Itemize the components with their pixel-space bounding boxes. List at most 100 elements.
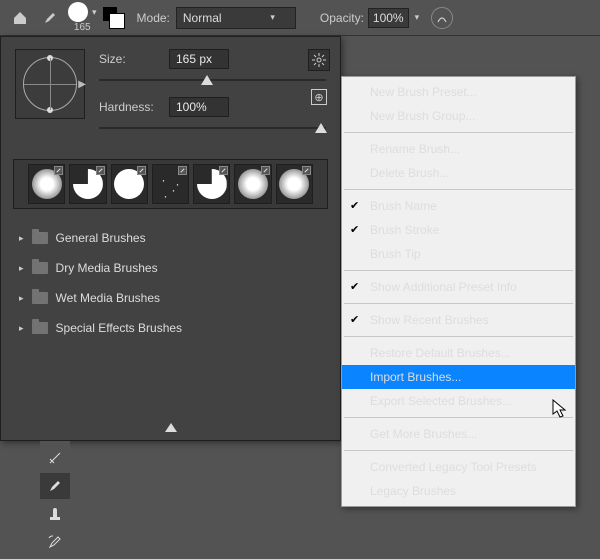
menu-item-label: Brush Stroke	[370, 223, 439, 237]
menu-item[interactable]: Restore Default Brushes...	[342, 341, 575, 365]
folder-label: Wet Media Brushes	[56, 291, 161, 305]
brush-tool-icon[interactable]	[40, 473, 70, 499]
chevron-right-icon: ▸	[19, 233, 24, 244]
brush-thumb[interactable]	[28, 164, 65, 204]
menu-item-label: New Brush Preset...	[370, 85, 477, 99]
menu-item-label: Show Additional Preset Info	[370, 280, 517, 294]
folder-label: General Brushes	[56, 231, 146, 245]
menu-item: Rename Brush...	[342, 137, 575, 161]
menu-item[interactable]: Converted Legacy Tool Presets	[342, 455, 575, 479]
menu-item[interactable]: New Brush Group...	[342, 104, 575, 128]
size-label: Size:	[99, 52, 159, 66]
check-icon: ✔	[350, 223, 359, 236]
menu-item[interactable]: ✔ Show Recent Brushes	[342, 308, 575, 332]
size-input[interactable]: 165 px	[169, 49, 229, 69]
chevron-right-icon: ▸	[19, 263, 24, 274]
size-slider[interactable]	[99, 73, 326, 87]
check-icon: ✔	[350, 280, 359, 293]
brush-preview-dropdown[interactable]: ▾ 165	[68, 2, 97, 33]
brush-tool-icon[interactable]	[38, 6, 62, 30]
brush-folders: ▸ General Brushes ▸ Dry Media Brushes ▸ Wet M…	[1, 215, 340, 351]
menu-separator	[344, 270, 573, 271]
brush-thumb[interactable]	[69, 164, 106, 204]
menu-item: Export Selected Brushes...	[342, 389, 575, 413]
panel-menu-button[interactable]	[308, 49, 330, 71]
chevron-right-icon: ▸	[19, 293, 24, 304]
menu-item-label: Show Recent Brushes	[370, 313, 489, 327]
new-preset-button[interactable]: ⊕	[311, 89, 327, 105]
chevron-down-icon: ▾	[92, 7, 97, 18]
menu-item[interactable]: Import Brushes...	[342, 365, 575, 389]
menu-item-label: Converted Legacy Tool Presets	[370, 460, 537, 474]
tools-strip	[40, 441, 70, 559]
menu-item-label: Import Brushes...	[370, 370, 461, 384]
hardness-label: Hardness:	[99, 100, 159, 114]
brush-thumb[interactable]: ····	[152, 164, 189, 204]
menu-item-label: Export Selected Brushes...	[370, 394, 512, 408]
menu-separator	[344, 303, 573, 304]
menu-item: Delete Brush...	[342, 161, 575, 185]
blend-mode-select[interactable]: Normal ▾	[176, 7, 296, 29]
check-icon: ✔	[350, 313, 359, 326]
menu-item[interactable]: Get More Brushes...	[342, 422, 575, 446]
opacity-input[interactable]: 100%	[368, 8, 409, 28]
folder-label: Dry Media Brushes	[56, 261, 158, 275]
hardness-slider[interactable]	[99, 121, 326, 135]
recent-brushes-strip: ····	[13, 159, 328, 209]
opacity-value: 100%	[373, 11, 404, 25]
menu-item[interactable]: ✔ Brush Stroke	[342, 218, 575, 242]
chevron-down-icon[interactable]: ▾	[415, 12, 420, 23]
brush-folder[interactable]: ▸ General Brushes	[15, 223, 326, 253]
scroll-indicator[interactable]	[165, 423, 177, 432]
brush-panel-toggle-icon[interactable]	[103, 7, 125, 29]
brush-preset-panel: ▶ Size: 165 px Hardness: 100%	[0, 36, 341, 441]
options-toolbar: ▾ 165 Mode: Normal ▾ Opacity: 100% ▾	[0, 0, 600, 36]
brush-thumb[interactable]	[111, 164, 148, 204]
menu-item[interactable]: ✔ Show Additional Preset Info	[342, 275, 575, 299]
check-icon: ✔	[350, 199, 359, 212]
brush-angle-preview[interactable]: ▶	[15, 49, 85, 119]
folder-icon	[32, 232, 48, 244]
folder-icon	[32, 322, 48, 334]
menu-separator	[344, 336, 573, 337]
menu-item-label: New Brush Group...	[370, 109, 475, 123]
menu-separator	[344, 189, 573, 190]
folder-icon	[32, 262, 48, 274]
menu-separator	[344, 417, 573, 418]
brush-thumb[interactable]	[193, 164, 230, 204]
menu-item-label: Delete Brush...	[370, 166, 449, 180]
pressure-opacity-icon[interactable]	[431, 7, 453, 29]
healing-brush-tool-icon[interactable]	[40, 445, 70, 471]
brush-thumb[interactable]	[276, 164, 313, 204]
opacity-label: Opacity:	[320, 11, 364, 25]
brush-panel-menu: New Brush Preset... New Brush Group... Ren…	[341, 76, 576, 507]
brush-size-indicator: 165	[74, 22, 91, 33]
chevron-down-icon: ▾	[270, 12, 275, 23]
hardness-input[interactable]: 100%	[169, 97, 229, 117]
menu-item-label: Brush Tip	[370, 247, 421, 261]
stamp-tool-icon[interactable]	[40, 501, 70, 527]
menu-item-label: Rename Brush...	[370, 142, 460, 156]
menu-item-label: Brush Name	[370, 199, 437, 213]
chevron-right-icon: ▸	[19, 323, 24, 334]
blend-mode-value: Normal	[183, 11, 222, 25]
menu-item-label: Legacy Brushes	[370, 484, 456, 498]
brush-folder[interactable]: ▸ Dry Media Brushes	[15, 253, 326, 283]
menu-item-label: Get More Brushes...	[370, 427, 477, 441]
mode-label: Mode:	[137, 11, 170, 25]
menu-separator	[344, 450, 573, 451]
brush-folder[interactable]: ▸ Special Effects Brushes	[15, 313, 326, 343]
brush-thumb[interactable]	[234, 164, 271, 204]
folder-icon	[32, 292, 48, 304]
menu-item-label: Restore Default Brushes...	[370, 346, 511, 360]
menu-item[interactable]: New Brush Preset...	[342, 80, 575, 104]
folder-label: Special Effects Brushes	[56, 321, 183, 335]
menu-item[interactable]: ✔ Brush Name	[342, 194, 575, 218]
menu-separator	[344, 132, 573, 133]
menu-item[interactable]: Legacy Brushes	[342, 479, 575, 503]
home-icon[interactable]	[8, 6, 32, 30]
menu-item[interactable]: Brush Tip	[342, 242, 575, 266]
brush-folder[interactable]: ▸ Wet Media Brushes	[15, 283, 326, 313]
brush-preview-icon	[68, 2, 88, 22]
history-brush-tool-icon[interactable]	[40, 529, 70, 555]
